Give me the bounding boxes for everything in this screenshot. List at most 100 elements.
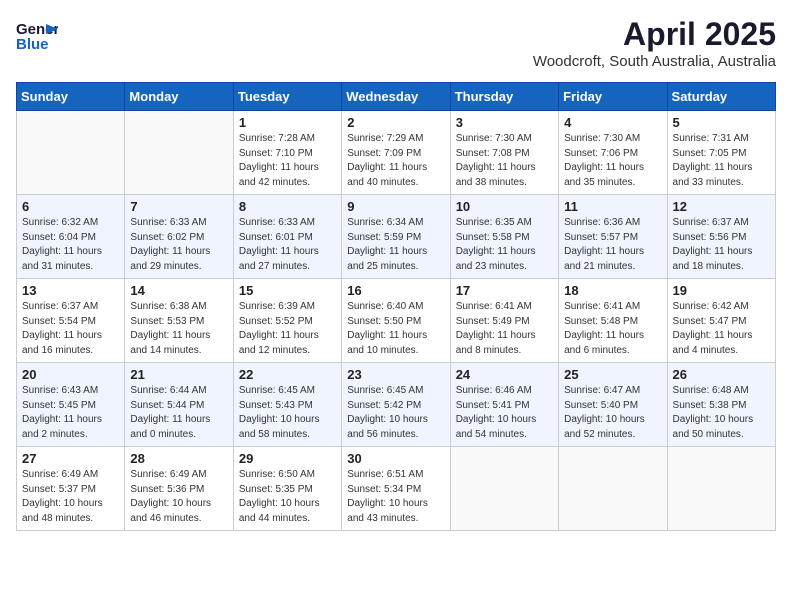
day-info: Sunrise: 6:33 AM Sunset: 6:02 PM Dayligh… bbox=[130, 216, 227, 274]
calendar-cell: 8 Sunrise: 6:33 AM Sunset: 6:01 PM Daylig… bbox=[233, 195, 341, 279]
page-header: General Blue April 2025 Woodcroft, South… bbox=[16, 16, 776, 70]
calendar-cell: 9 Sunrise: 6:34 AM Sunset: 5:59 PM Daylig… bbox=[342, 195, 450, 279]
day-info: Sunrise: 6:37 AM Sunset: 5:56 PM Dayligh… bbox=[673, 216, 770, 274]
calendar-cell bbox=[450, 447, 558, 531]
day-number: 4 bbox=[564, 115, 661, 130]
day-number: 24 bbox=[456, 367, 553, 382]
day-number: 15 bbox=[239, 283, 336, 298]
day-info: Sunrise: 6:32 AM Sunset: 6:04 PM Dayligh… bbox=[22, 216, 119, 274]
calendar-cell: 5Sunrise: 7:31 AM Sunset: 7:05 PM Daylig… bbox=[667, 111, 775, 195]
day-number: 7 bbox=[130, 199, 227, 214]
calendar-cell: 12 Sunrise: 6:37 AM Sunset: 5:56 PM Dayli… bbox=[667, 195, 775, 279]
calendar-cell: 29Sunrise: 6:50 AM Sunset: 5:35 PM Dayli… bbox=[233, 447, 341, 531]
calendar-table: SundayMondayTuesdayWednesdayThursdayFrid… bbox=[16, 82, 776, 531]
calendar-cell: 28 Sunrise: 6:49 AM Sunset: 5:36 PM Dayli… bbox=[125, 447, 233, 531]
calendar-cell: 11 Sunrise: 6:36 AM Sunset: 5:57 PM Dayli… bbox=[559, 195, 667, 279]
calendar-header-row: SundayMondayTuesdayWednesdayThursdayFrid… bbox=[17, 83, 776, 111]
header-sunday: Sunday bbox=[17, 83, 125, 111]
calendar-cell: 2 Sunrise: 7:29 AM Sunset: 7:09 PM Daylig… bbox=[342, 111, 450, 195]
header-saturday: Saturday bbox=[667, 83, 775, 111]
calendar-cell: 6 Sunrise: 6:32 AM Sunset: 6:04 PM Daylig… bbox=[17, 195, 125, 279]
day-number: 21 bbox=[130, 367, 227, 382]
calendar-cell: 27 Sunrise: 6:49 AM Sunset: 5:37 PM Dayli… bbox=[17, 447, 125, 531]
calendar-cell: 1 Sunrise: 7:28 AM Sunset: 7:10 PM Daylig… bbox=[233, 111, 341, 195]
day-info: Sunrise: 7:28 AM Sunset: 7:10 PM Dayligh… bbox=[239, 132, 336, 190]
day-info: Sunrise: 7:30 AM Sunset: 7:06 PM Dayligh… bbox=[564, 132, 661, 190]
calendar-cell: 30Sunrise: 6:51 AM Sunset: 5:34 PM Dayli… bbox=[342, 447, 450, 531]
day-number: 14 bbox=[130, 283, 227, 298]
month-year: April 2025 bbox=[533, 16, 776, 53]
day-info: Sunrise: 7:30 AM Sunset: 7:08 PM Dayligh… bbox=[456, 132, 553, 190]
calendar-cell: 19 Sunrise: 6:42 AM Sunset: 5:47 PM Dayli… bbox=[667, 279, 775, 363]
day-number: 2 bbox=[347, 115, 444, 130]
day-info: Sunrise: 6:39 AM Sunset: 5:52 PM Dayligh… bbox=[239, 300, 336, 358]
day-info: Sunrise: 6:35 AM Sunset: 5:58 PM Dayligh… bbox=[456, 216, 553, 274]
day-number: 16 bbox=[347, 283, 444, 298]
calendar-cell: 3Sunrise: 7:30 AM Sunset: 7:08 PM Daylig… bbox=[450, 111, 558, 195]
day-info: Sunrise: 6:40 AM Sunset: 5:50 PM Dayligh… bbox=[347, 300, 444, 358]
day-info: Sunrise: 6:48 AM Sunset: 5:38 PM Dayligh… bbox=[673, 384, 770, 442]
header-friday: Friday bbox=[559, 83, 667, 111]
calendar-cell bbox=[17, 111, 125, 195]
calendar-week-3: 13 Sunrise: 6:37 AM Sunset: 5:54 PM Dayli… bbox=[17, 279, 776, 363]
logo: General Blue bbox=[16, 16, 58, 54]
day-number: 20 bbox=[22, 367, 119, 382]
location: Woodcroft, South Australia, Australia bbox=[533, 53, 776, 70]
header-tuesday: Tuesday bbox=[233, 83, 341, 111]
day-info: Sunrise: 6:51 AM Sunset: 5:34 PM Dayligh… bbox=[347, 468, 444, 526]
day-info: Sunrise: 6:33 AM Sunset: 6:01 PM Dayligh… bbox=[239, 216, 336, 274]
day-info: Sunrise: 6:45 AM Sunset: 5:43 PM Dayligh… bbox=[239, 384, 336, 442]
calendar-cell: 25Sunrise: 6:47 AM Sunset: 5:40 PM Dayli… bbox=[559, 363, 667, 447]
day-info: Sunrise: 6:49 AM Sunset: 5:37 PM Dayligh… bbox=[22, 468, 119, 526]
calendar-week-5: 27 Sunrise: 6:49 AM Sunset: 5:37 PM Dayli… bbox=[17, 447, 776, 531]
day-info: Sunrise: 6:36 AM Sunset: 5:57 PM Dayligh… bbox=[564, 216, 661, 274]
day-info: Sunrise: 6:42 AM Sunset: 5:47 PM Dayligh… bbox=[673, 300, 770, 358]
calendar-cell: 7 Sunrise: 6:33 AM Sunset: 6:02 PM Daylig… bbox=[125, 195, 233, 279]
calendar-cell: 17Sunrise: 6:41 AM Sunset: 5:49 PM Dayli… bbox=[450, 279, 558, 363]
day-number: 11 bbox=[564, 199, 661, 214]
calendar-cell bbox=[125, 111, 233, 195]
calendar-week-2: 6 Sunrise: 6:32 AM Sunset: 6:04 PM Daylig… bbox=[17, 195, 776, 279]
day-number: 27 bbox=[22, 451, 119, 466]
header-thursday: Thursday bbox=[450, 83, 558, 111]
calendar-cell: 16 Sunrise: 6:40 AM Sunset: 5:50 PM Dayli… bbox=[342, 279, 450, 363]
svg-text:Blue: Blue bbox=[16, 36, 49, 53]
day-number: 29 bbox=[239, 451, 336, 466]
calendar-cell bbox=[667, 447, 775, 531]
day-info: Sunrise: 6:49 AM Sunset: 5:36 PM Dayligh… bbox=[130, 468, 227, 526]
day-info: Sunrise: 6:46 AM Sunset: 5:41 PM Dayligh… bbox=[456, 384, 553, 442]
day-number: 8 bbox=[239, 199, 336, 214]
day-number: 5 bbox=[673, 115, 770, 130]
day-number: 23 bbox=[347, 367, 444, 382]
day-number: 22 bbox=[239, 367, 336, 382]
day-number: 19 bbox=[673, 283, 770, 298]
day-number: 13 bbox=[22, 283, 119, 298]
day-number: 10 bbox=[456, 199, 553, 214]
day-number: 6 bbox=[22, 199, 119, 214]
day-number: 26 bbox=[673, 367, 770, 382]
day-number: 9 bbox=[347, 199, 444, 214]
calendar-cell bbox=[559, 447, 667, 531]
day-number: 17 bbox=[456, 283, 553, 298]
calendar-cell: 21Sunrise: 6:44 AM Sunset: 5:44 PM Dayli… bbox=[125, 363, 233, 447]
day-number: 28 bbox=[130, 451, 227, 466]
day-number: 12 bbox=[673, 199, 770, 214]
day-info: Sunrise: 6:38 AM Sunset: 5:53 PM Dayligh… bbox=[130, 300, 227, 358]
calendar-cell: 18 Sunrise: 6:41 AM Sunset: 5:48 PM Dayli… bbox=[559, 279, 667, 363]
calendar-cell: 24 Sunrise: 6:46 AM Sunset: 5:41 PM Dayli… bbox=[450, 363, 558, 447]
calendar-cell: 26 Sunrise: 6:48 AM Sunset: 5:38 PM Dayli… bbox=[667, 363, 775, 447]
day-info: Sunrise: 6:41 AM Sunset: 5:48 PM Dayligh… bbox=[564, 300, 661, 358]
calendar-cell: 4 Sunrise: 7:30 AM Sunset: 7:06 PM Daylig… bbox=[559, 111, 667, 195]
day-number: 1 bbox=[239, 115, 336, 130]
header-wednesday: Wednesday bbox=[342, 83, 450, 111]
day-info: Sunrise: 6:34 AM Sunset: 5:59 PM Dayligh… bbox=[347, 216, 444, 274]
calendar-cell: 23Sunrise: 6:45 AM Sunset: 5:42 PM Dayli… bbox=[342, 363, 450, 447]
day-number: 18 bbox=[564, 283, 661, 298]
day-info: Sunrise: 7:29 AM Sunset: 7:09 PM Dayligh… bbox=[347, 132, 444, 190]
logo-icon: General Blue bbox=[16, 16, 58, 54]
calendar-cell: 10 Sunrise: 6:35 AM Sunset: 5:58 PM Dayli… bbox=[450, 195, 558, 279]
day-info: Sunrise: 6:37 AM Sunset: 5:54 PM Dayligh… bbox=[22, 300, 119, 358]
day-number: 25 bbox=[564, 367, 661, 382]
calendar-cell: 14 Sunrise: 6:38 AM Sunset: 5:53 PM Dayli… bbox=[125, 279, 233, 363]
calendar-cell: 22 Sunrise: 6:45 AM Sunset: 5:43 PM Dayli… bbox=[233, 363, 341, 447]
